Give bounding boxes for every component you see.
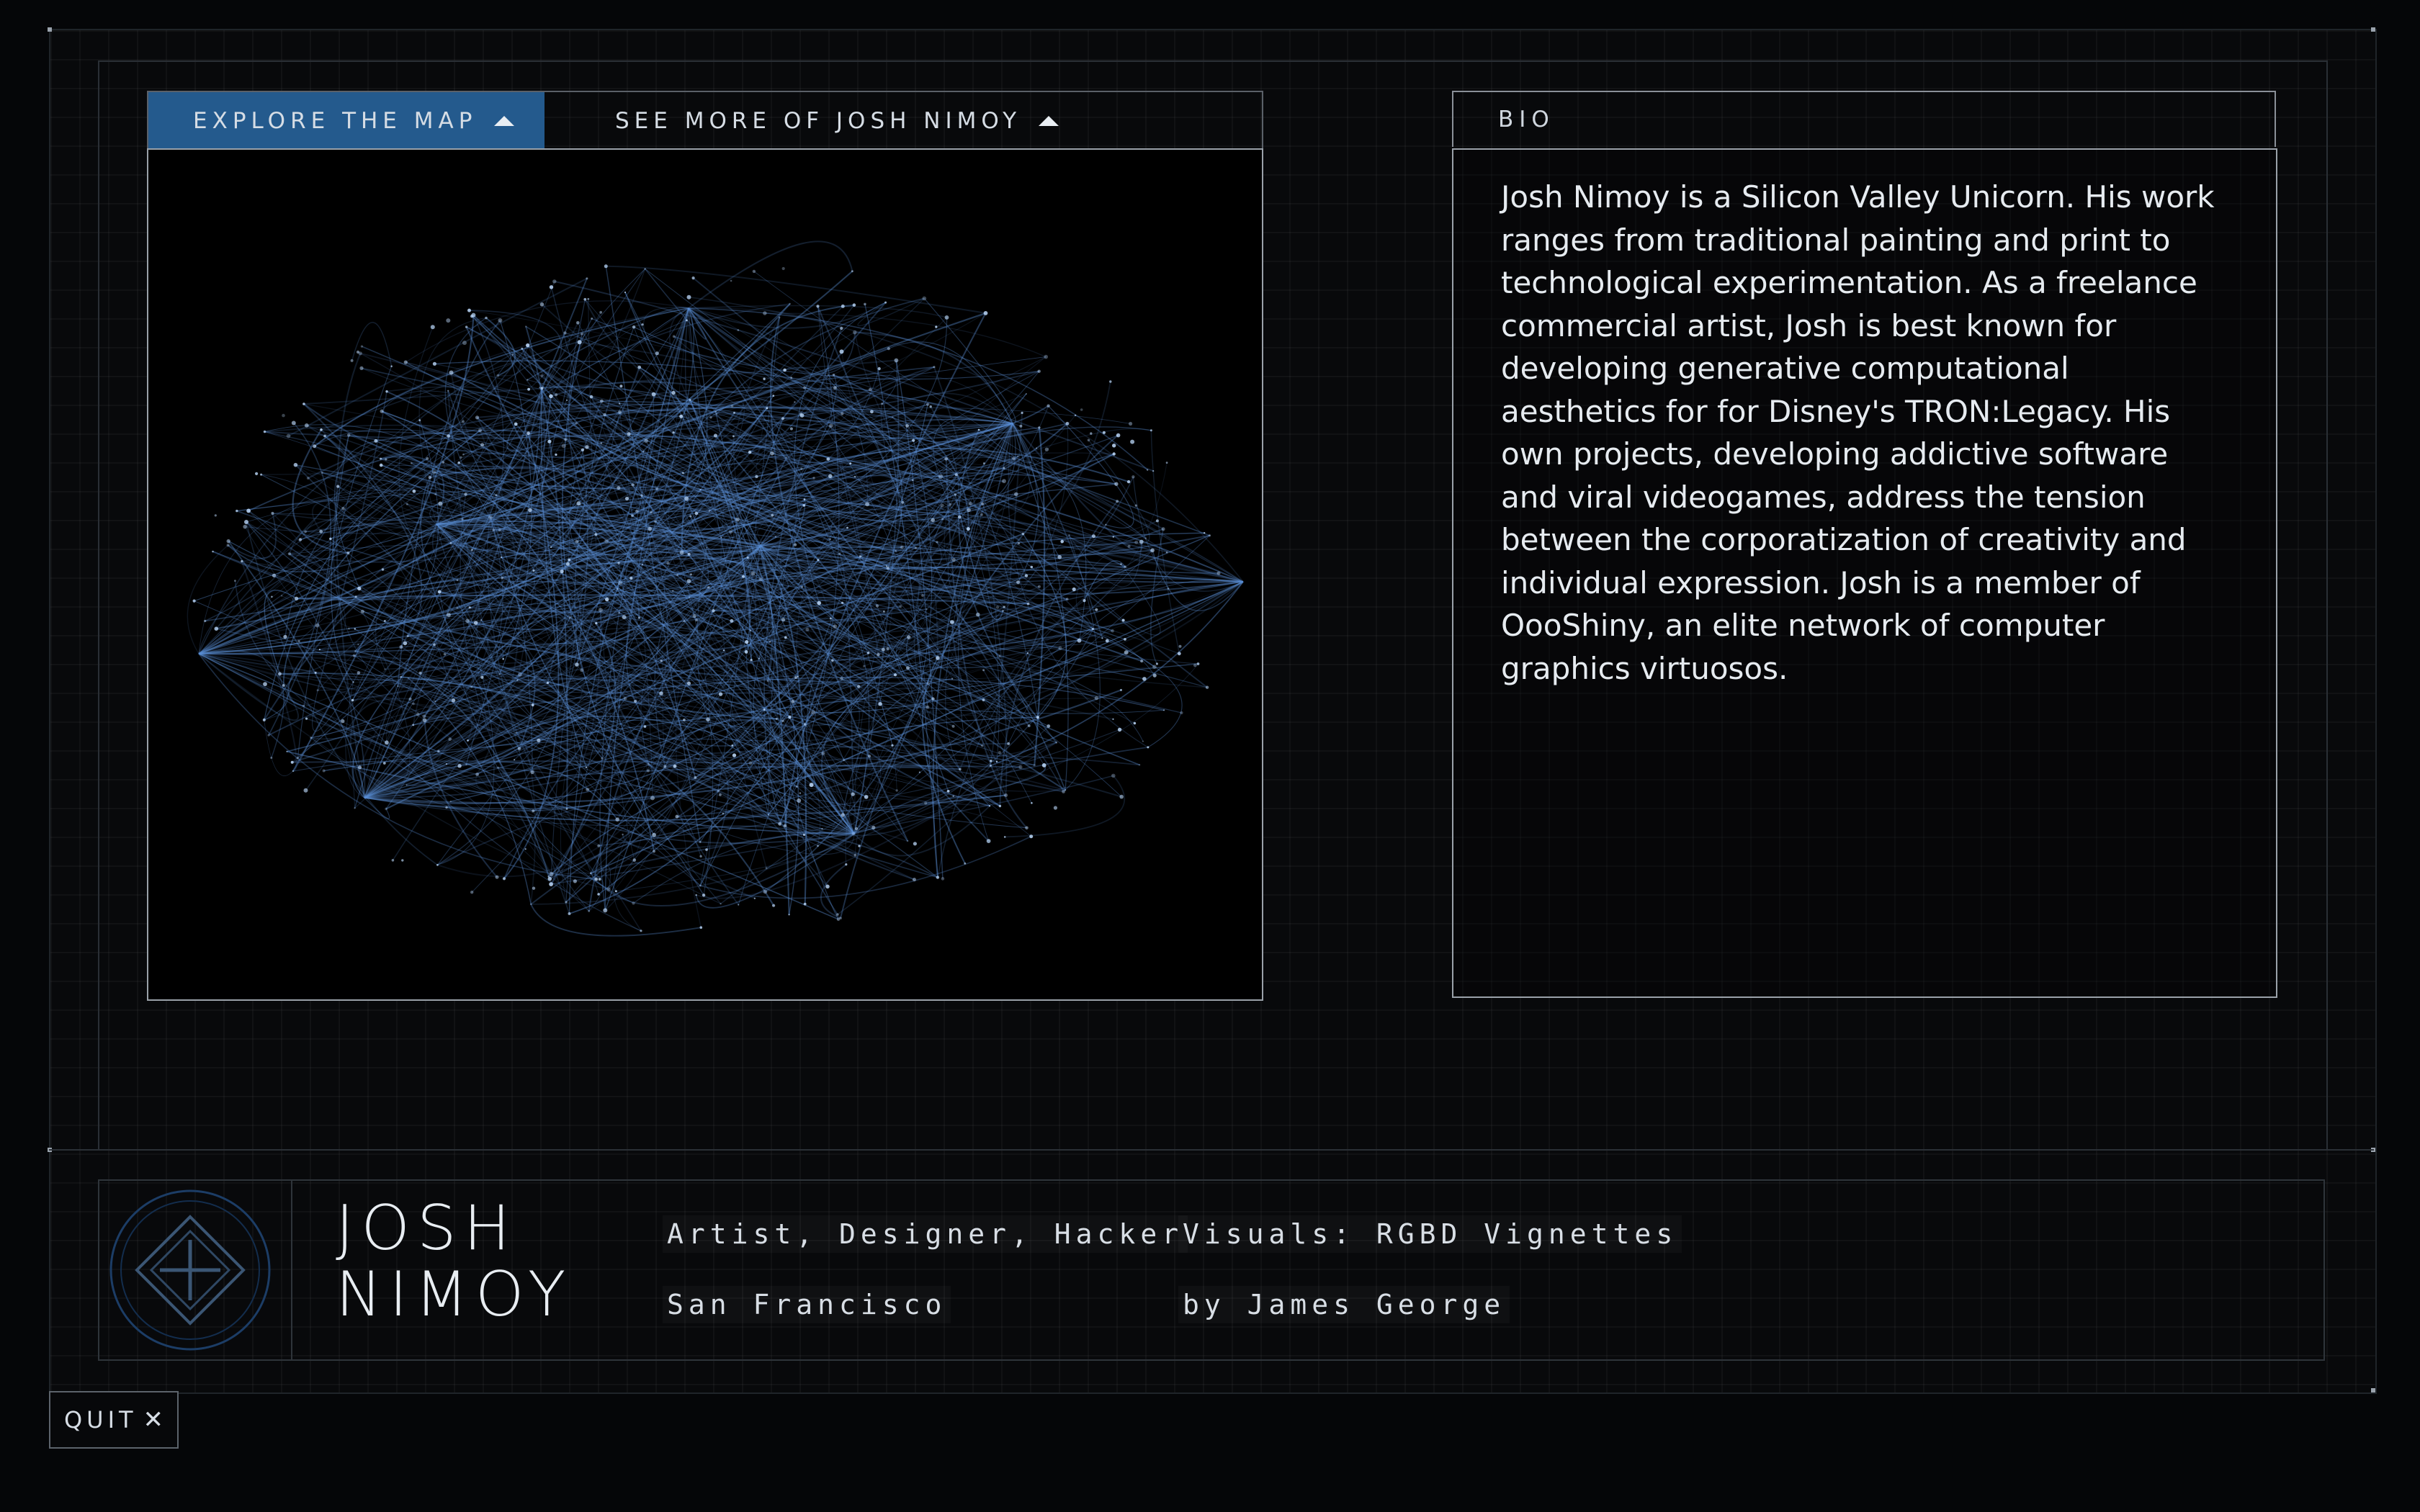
quit-button[interactable]: QUIT ✕ (49, 1391, 179, 1449)
network-edges (187, 240, 1244, 937)
close-icon: ✕ (143, 1405, 164, 1434)
artist-name: JOSH NIMOY (336, 1195, 573, 1328)
bio-heading: BIO (1498, 107, 1555, 132)
network-map-canvas (187, 240, 1244, 937)
diamond-logo-icon (109, 1189, 271, 1351)
network-map[interactable] (147, 148, 1263, 1001)
map-tabbar: EXPLORE THE MAP SEE MORE OF JOSH NIMOY (147, 91, 1263, 150)
bio-text: Josh Nimoy is a Silicon Valley Unicorn. … (1501, 179, 2215, 686)
visuals-credit: by James George (1178, 1286, 1510, 1323)
triangle-up-icon (1039, 116, 1059, 126)
bio-panel: Josh Nimoy is a Silicon Valley Unicorn. … (1452, 148, 2277, 998)
artist-roles: Artist, Designer, Hacker (663, 1215, 1188, 1253)
triangle-up-icon (494, 116, 515, 126)
frame-corner-dot (48, 27, 52, 32)
artist-last-name: NIMOY (336, 1259, 573, 1331)
logo-cell (98, 1179, 292, 1361)
quit-label: QUIT (63, 1406, 138, 1434)
artist-first-name: JOSH (336, 1192, 518, 1264)
visuals-title: Visuals: RGBD Vignettes (1178, 1215, 1682, 1253)
tab-see-more[interactable]: SEE MORE OF JOSH NIMOY (615, 92, 1059, 150)
tab-explore-map[interactable]: EXPLORE THE MAP (148, 92, 544, 150)
frame-corner-dot (2371, 27, 2375, 32)
tab-explore-label: EXPLORE THE MAP (193, 108, 478, 134)
bio-header: BIO (1452, 91, 2276, 147)
tab-see-more-label: SEE MORE OF JOSH NIMOY (615, 108, 1022, 134)
artist-location: San Francisco (663, 1286, 951, 1323)
